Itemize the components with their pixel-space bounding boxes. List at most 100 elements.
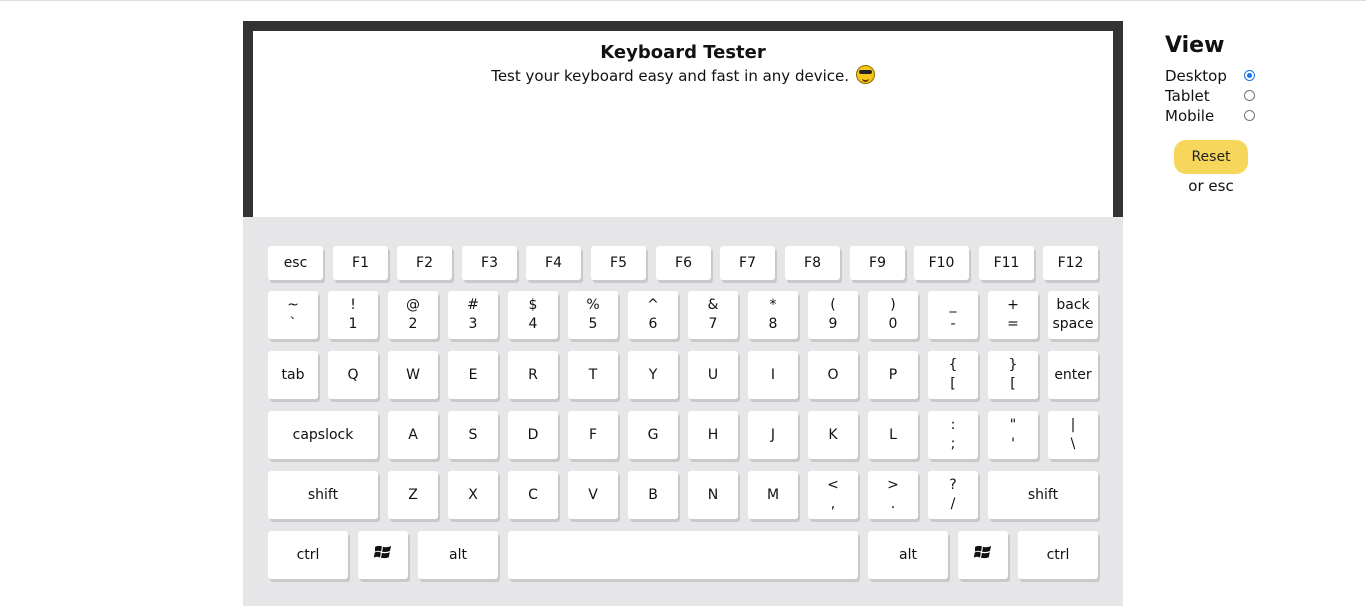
key-2[interactable]: @2 — [388, 291, 438, 339]
key-g[interactable]: G — [628, 411, 678, 459]
key-a[interactable]: A — [388, 411, 438, 459]
key-f12[interactable]: F12 — [1043, 246, 1098, 280]
key-label-top: M — [766, 486, 780, 503]
key-sym-row_q-12[interactable]: }[ — [988, 351, 1038, 399]
key-f10[interactable]: F10 — [914, 246, 969, 280]
key-f11[interactable]: F11 — [979, 246, 1034, 280]
key-shift[interactable]: shift — [988, 471, 1098, 519]
key-label-top: ~ — [287, 297, 299, 313]
key-sym-row_q-11[interactable]: {[ — [928, 351, 978, 399]
key-l[interactable]: L — [868, 411, 918, 459]
reset-hint: or esc — [1188, 177, 1234, 195]
key-windows[interactable] — [358, 531, 408, 579]
key-sym-row_z-8[interactable]: <, — [808, 471, 858, 519]
key-r[interactable]: R — [508, 351, 558, 399]
key-label: F1 — [352, 254, 369, 271]
key-label-top: H — [707, 426, 719, 443]
key-sym-row_num-0[interactable]: ~ ` — [268, 291, 318, 339]
key-ctrl[interactable]: ctrl — [1018, 531, 1098, 579]
key-t[interactable]: T — [568, 351, 618, 399]
key-f7[interactable]: F7 — [720, 246, 775, 280]
key-1[interactable]: ! 1 — [328, 291, 378, 339]
key-label-top: alt — [449, 546, 467, 563]
key-z[interactable]: Z — [388, 471, 438, 519]
key-f2[interactable]: F2 — [397, 246, 452, 280]
key-n[interactable]: N — [688, 471, 738, 519]
key-sym-row_num-12[interactable]: + = — [988, 291, 1038, 339]
key-j[interactable]: J — [748, 411, 798, 459]
desktop-radio[interactable] — [1244, 70, 1255, 81]
key-sym-row_z-10[interactable]: ? / — [928, 471, 978, 519]
key-label: esc — [283, 254, 308, 271]
key-u[interactable]: U — [688, 351, 738, 399]
key-k[interactable]: K — [808, 411, 858, 459]
key-w[interactable]: W — [388, 351, 438, 399]
key-windows[interactable] — [958, 531, 1008, 579]
key-f5[interactable]: F5 — [591, 246, 646, 280]
key-5[interactable]: % 5 — [568, 291, 618, 339]
key-f[interactable]: F — [568, 411, 618, 459]
key-label: F10 — [928, 254, 955, 271]
key-label-top: K — [828, 426, 838, 443]
key-sym-row_num-11[interactable]: _ - — [928, 291, 978, 339]
key-f8[interactable]: F8 — [785, 246, 840, 280]
key-m[interactable]: M — [748, 471, 798, 519]
key-space[interactable] — [508, 531, 858, 579]
page-subtitle-row: Test your keyboard easy and fast in any … — [253, 65, 1113, 86]
key-label: F5 — [610, 254, 627, 271]
tablet-radio[interactable] — [1244, 90, 1255, 101]
key-sym-row_a-12[interactable]: | \ — [1048, 411, 1098, 459]
key-f9[interactable]: F9 — [850, 246, 905, 280]
key-7[interactable]: & 7 — [688, 291, 738, 339]
key-sym-row_z-9[interactable]: >. — [868, 471, 918, 519]
key-p[interactable]: P — [868, 351, 918, 399]
key-shift[interactable]: shift — [268, 471, 378, 519]
key-enter[interactable]: enter — [1048, 351, 1098, 399]
key-alt[interactable]: alt — [418, 531, 498, 579]
windows-logo-glyph — [973, 545, 991, 559]
mobile-radio[interactable] — [1244, 110, 1255, 121]
key-b[interactable]: B — [628, 471, 678, 519]
key-q[interactable]: Q — [328, 351, 378, 399]
key-c[interactable]: C — [508, 471, 558, 519]
key-sym-row_a-11[interactable]: " ' — [988, 411, 1038, 459]
key-d[interactable]: D — [508, 411, 558, 459]
key-6[interactable]: ^ 6 — [628, 291, 678, 339]
key-0[interactable]: ) 0 — [868, 291, 918, 339]
key-8[interactable]: * 8 — [748, 291, 798, 339]
key-e[interactable]: E — [448, 351, 498, 399]
key-4[interactable]: $4 — [508, 291, 558, 339]
key-f4[interactable]: F4 — [526, 246, 581, 280]
key-y[interactable]: Y — [628, 351, 678, 399]
key-label-top: Q — [347, 366, 359, 383]
key-3[interactable]: #3 — [448, 291, 498, 339]
key-tab[interactable]: tab — [268, 351, 318, 399]
key-f3[interactable]: F3 — [462, 246, 517, 280]
key-alt[interactable]: alt — [868, 531, 948, 579]
key-v[interactable]: V — [568, 471, 618, 519]
key-i[interactable]: I — [748, 351, 798, 399]
windows-logo-glyph — [373, 545, 391, 559]
key-o[interactable]: O — [808, 351, 858, 399]
key-label-top: shift — [1027, 486, 1059, 503]
key-label-top: shift — [307, 486, 339, 503]
view-option-mobile[interactable]: Mobile — [1165, 106, 1265, 126]
view-option-desktop[interactable]: Desktop — [1165, 66, 1265, 86]
key-x[interactable]: X — [448, 471, 498, 519]
key-f6[interactable]: F6 — [656, 246, 711, 280]
reset-button[interactable]: Reset — [1174, 140, 1248, 174]
key-9[interactable]: (9 — [808, 291, 858, 339]
key-esc[interactable]: esc — [268, 246, 323, 280]
key-back-space[interactable]: back space — [1048, 291, 1098, 339]
key-f1[interactable]: F1 — [333, 246, 388, 280]
key-s[interactable]: S — [448, 411, 498, 459]
key-label-top: V — [588, 486, 598, 503]
key-sym-row_a-10[interactable]: :; — [928, 411, 978, 459]
view-option-tablet[interactable]: Tablet — [1165, 86, 1265, 106]
key-ctrl[interactable]: ctrl — [268, 531, 348, 579]
key-label-top: < — [827, 477, 839, 493]
key-label-top: E — [468, 366, 478, 383]
key-h[interactable]: H — [688, 411, 738, 459]
key-label-bottom: 3 — [468, 316, 478, 332]
key-capslock[interactable]: capslock — [268, 411, 378, 459]
